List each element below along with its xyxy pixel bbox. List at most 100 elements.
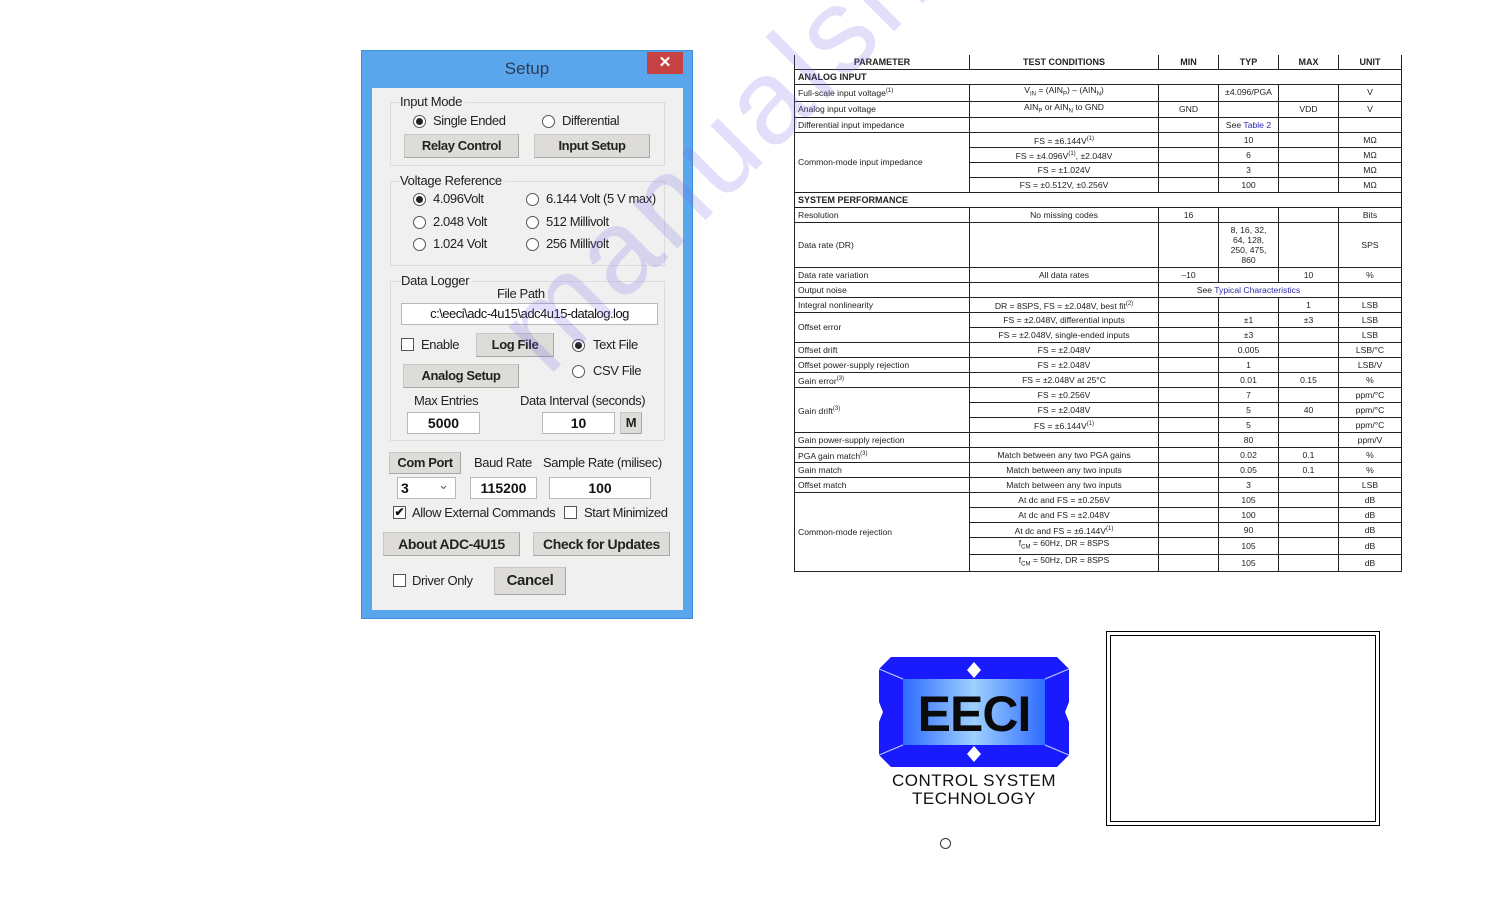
single-ended-label: Single Ended: [433, 113, 506, 128]
dialog-title: Setup: [504, 59, 550, 78]
header-typ: TYP: [1218, 55, 1279, 70]
table-row: Full-scale input voltage(1) VIN = (AINP) …: [794, 84, 1402, 102]
table-header-row: PARAMETER TEST CONDITIONS MIN TYP MAX UN…: [794, 55, 1402, 70]
table-row: Common-mode input impedance FS = ±6.144V(…: [794, 132, 1402, 194]
header-parameter: PARAMETER: [794, 55, 970, 70]
eeci-logo-mark: EECI: [878, 657, 1070, 767]
com-port-value: 3: [401, 480, 409, 496]
vref-2048-radio[interactable]: [413, 216, 426, 229]
csv-file-radio[interactable]: [572, 365, 585, 378]
data-interval-input[interactable]: 10: [542, 412, 615, 434]
header-max: MAX: [1278, 55, 1339, 70]
section-system-performance: SYSTEM PERFORMANCE: [794, 192, 1402, 209]
vref-2048-label: 2.048 Volt: [433, 214, 487, 229]
enable-label: Enable: [421, 337, 460, 352]
table-row: Output noise See Typical Characteristics: [794, 282, 1402, 299]
table-row: Common-mode rejection At dc and FS = ±0.2…: [794, 492, 1402, 572]
vref-1024-radio[interactable]: [413, 238, 426, 251]
typical-characteristics-link: Typical Characteristics: [1214, 284, 1301, 295]
com-port-select[interactable]: 3 ⌄: [397, 477, 456, 499]
close-icon: ✕: [658, 54, 672, 71]
differential-radio[interactable]: [542, 115, 555, 128]
file-path-input[interactable]: c:\eeci\adc-4u15\adc4u15-datalog.log: [401, 303, 658, 325]
vref-6144-radio[interactable]: [526, 193, 539, 206]
baud-rate-input[interactable]: 115200: [470, 477, 537, 499]
m-button[interactable]: M: [620, 412, 642, 434]
log-file-button[interactable]: Log File: [476, 333, 554, 357]
logo-line-1: CONTROL SYSTEM: [891, 771, 1057, 790]
table-row: Resolution No missing codes 16 Bits: [794, 207, 1402, 224]
single-ended-radio[interactable]: [413, 115, 426, 128]
logo-line-2: TECHNOLOGY: [911, 789, 1037, 808]
setup-dialog: Setup ✕ Input Mode Single Ended Differen…: [361, 50, 693, 619]
vref-4096-radio[interactable]: [413, 193, 426, 206]
empty-frame: [1106, 631, 1380, 826]
check-icon: ✔: [394, 505, 405, 519]
vref-6144-label: 6.144 Volt (5 V max): [546, 191, 656, 206]
logo-mark-text: EECI: [918, 686, 1031, 742]
table-row: Offset error FS = ±2.048V, differential i…: [794, 312, 1402, 344]
file-path-label: File Path: [497, 286, 545, 301]
vref-256-radio[interactable]: [526, 238, 539, 251]
table-row: Offset drift FS = ±2.048V 0.005 LSB/°C: [794, 342, 1402, 359]
input-setup-button[interactable]: Input Setup: [534, 134, 650, 158]
driver-only-label: Driver Only: [412, 573, 473, 588]
csv-file-label: CSV File: [593, 363, 642, 378]
table-row: Analog input voltage AINP or AINN to GND G…: [794, 100, 1402, 119]
section-row: SYSTEM PERFORMANCE: [794, 192, 1402, 209]
vref-256-label: 256 Millivolt: [546, 236, 609, 251]
section-row: ANALOG INPUT: [794, 69, 1402, 85]
voltage-reference-label: Voltage Reference: [400, 173, 505, 188]
sample-rate-label: Sample Rate (milisec): [543, 455, 662, 470]
table-row: Gain error(3) FS = ±2.048V at 25°C 0.01 0.1…: [794, 372, 1402, 389]
enable-checkbox[interactable]: [401, 338, 414, 351]
differential-label: Differential: [562, 113, 620, 128]
check-updates-button[interactable]: Check for Updates: [533, 532, 670, 556]
header-unit: UNIT: [1338, 55, 1402, 70]
vref-4096-label: 4.096Volt: [433, 191, 484, 206]
empty-frame-inner: [1110, 635, 1376, 822]
data-logger-label: Data Logger: [401, 273, 473, 288]
table-row: Data rate (DR) 8, 16, 32, 64, 128, 250, 4…: [794, 222, 1402, 269]
vref-1024-label: 1.024 Volt: [433, 236, 487, 251]
table-row: Data rate variation All data rates –10 10%: [794, 267, 1402, 284]
text-file-label: Text File: [593, 337, 638, 352]
close-button[interactable]: ✕: [647, 52, 683, 74]
com-port-button[interactable]: Com Port: [389, 452, 461, 474]
about-button[interactable]: About ADC-4U15: [383, 532, 520, 556]
vref-512-radio[interactable]: [526, 216, 539, 229]
table-row: Offset power-supply rejection FS = ±2.048…: [794, 357, 1402, 374]
header-test-conditions: TEST CONDITIONS: [969, 55, 1159, 70]
max-entries-label: Max Entries: [414, 393, 479, 408]
input-mode-label: Input Mode: [400, 94, 466, 109]
eeci-logo: EECI CONTROL SYSTEM TECHNOLOGY: [876, 657, 1072, 808]
relay-control-button[interactable]: Relay Control: [404, 134, 519, 158]
table-row: Gain drift(3) FS = ±0.256V 7 ppm/°C: [794, 387, 1402, 434]
start-minimized-label: Start Minimized: [584, 505, 668, 520]
text-file-radio[interactable]: [572, 339, 585, 352]
dialog-body: Input Mode Single Ended Differential Rel…: [372, 88, 683, 610]
sample-rate-input[interactable]: 100: [549, 477, 651, 499]
data-interval-label: Data Interval (seconds): [520, 393, 646, 408]
spec-table: PARAMETER TEST CONDITIONS MIN TYP MAX UN…: [794, 55, 1402, 572]
vref-512-label: 512 Millivolt: [546, 214, 609, 229]
allow-external-label: Allow External Commands: [412, 505, 556, 520]
section-analog-input: ANALOG INPUT: [794, 69, 1402, 85]
max-entries-input[interactable]: 5000: [407, 412, 480, 434]
allow-external-checkbox[interactable]: ✔: [393, 506, 406, 519]
cancel-button[interactable]: Cancel: [494, 567, 566, 595]
table-row: Gain match Match between any two inputs 0.…: [794, 462, 1402, 479]
table-2-link: Table 2: [1243, 119, 1272, 130]
start-minimized-checkbox[interactable]: [564, 506, 577, 519]
table-row: PGA gain match(3) Match between any two P…: [794, 447, 1402, 464]
table-row: Offset match Match between any two inputs…: [794, 477, 1402, 494]
table-row: Differential input impedance See Table 2: [794, 117, 1402, 134]
page-marker-circle: [940, 838, 951, 849]
table-row: Integral nonlinearity DR = 8SPS, FS = ±2.…: [794, 297, 1402, 314]
baud-rate-label: Baud Rate: [474, 455, 532, 470]
header-min: MIN: [1158, 55, 1219, 70]
chevron-down-icon: ⌄: [438, 477, 449, 492]
table-row: Gain power-supply rejection 80 ppm/V: [794, 432, 1402, 449]
analog-setup-button[interactable]: Analog Setup: [403, 364, 519, 388]
driver-only-checkbox[interactable]: [393, 574, 406, 587]
